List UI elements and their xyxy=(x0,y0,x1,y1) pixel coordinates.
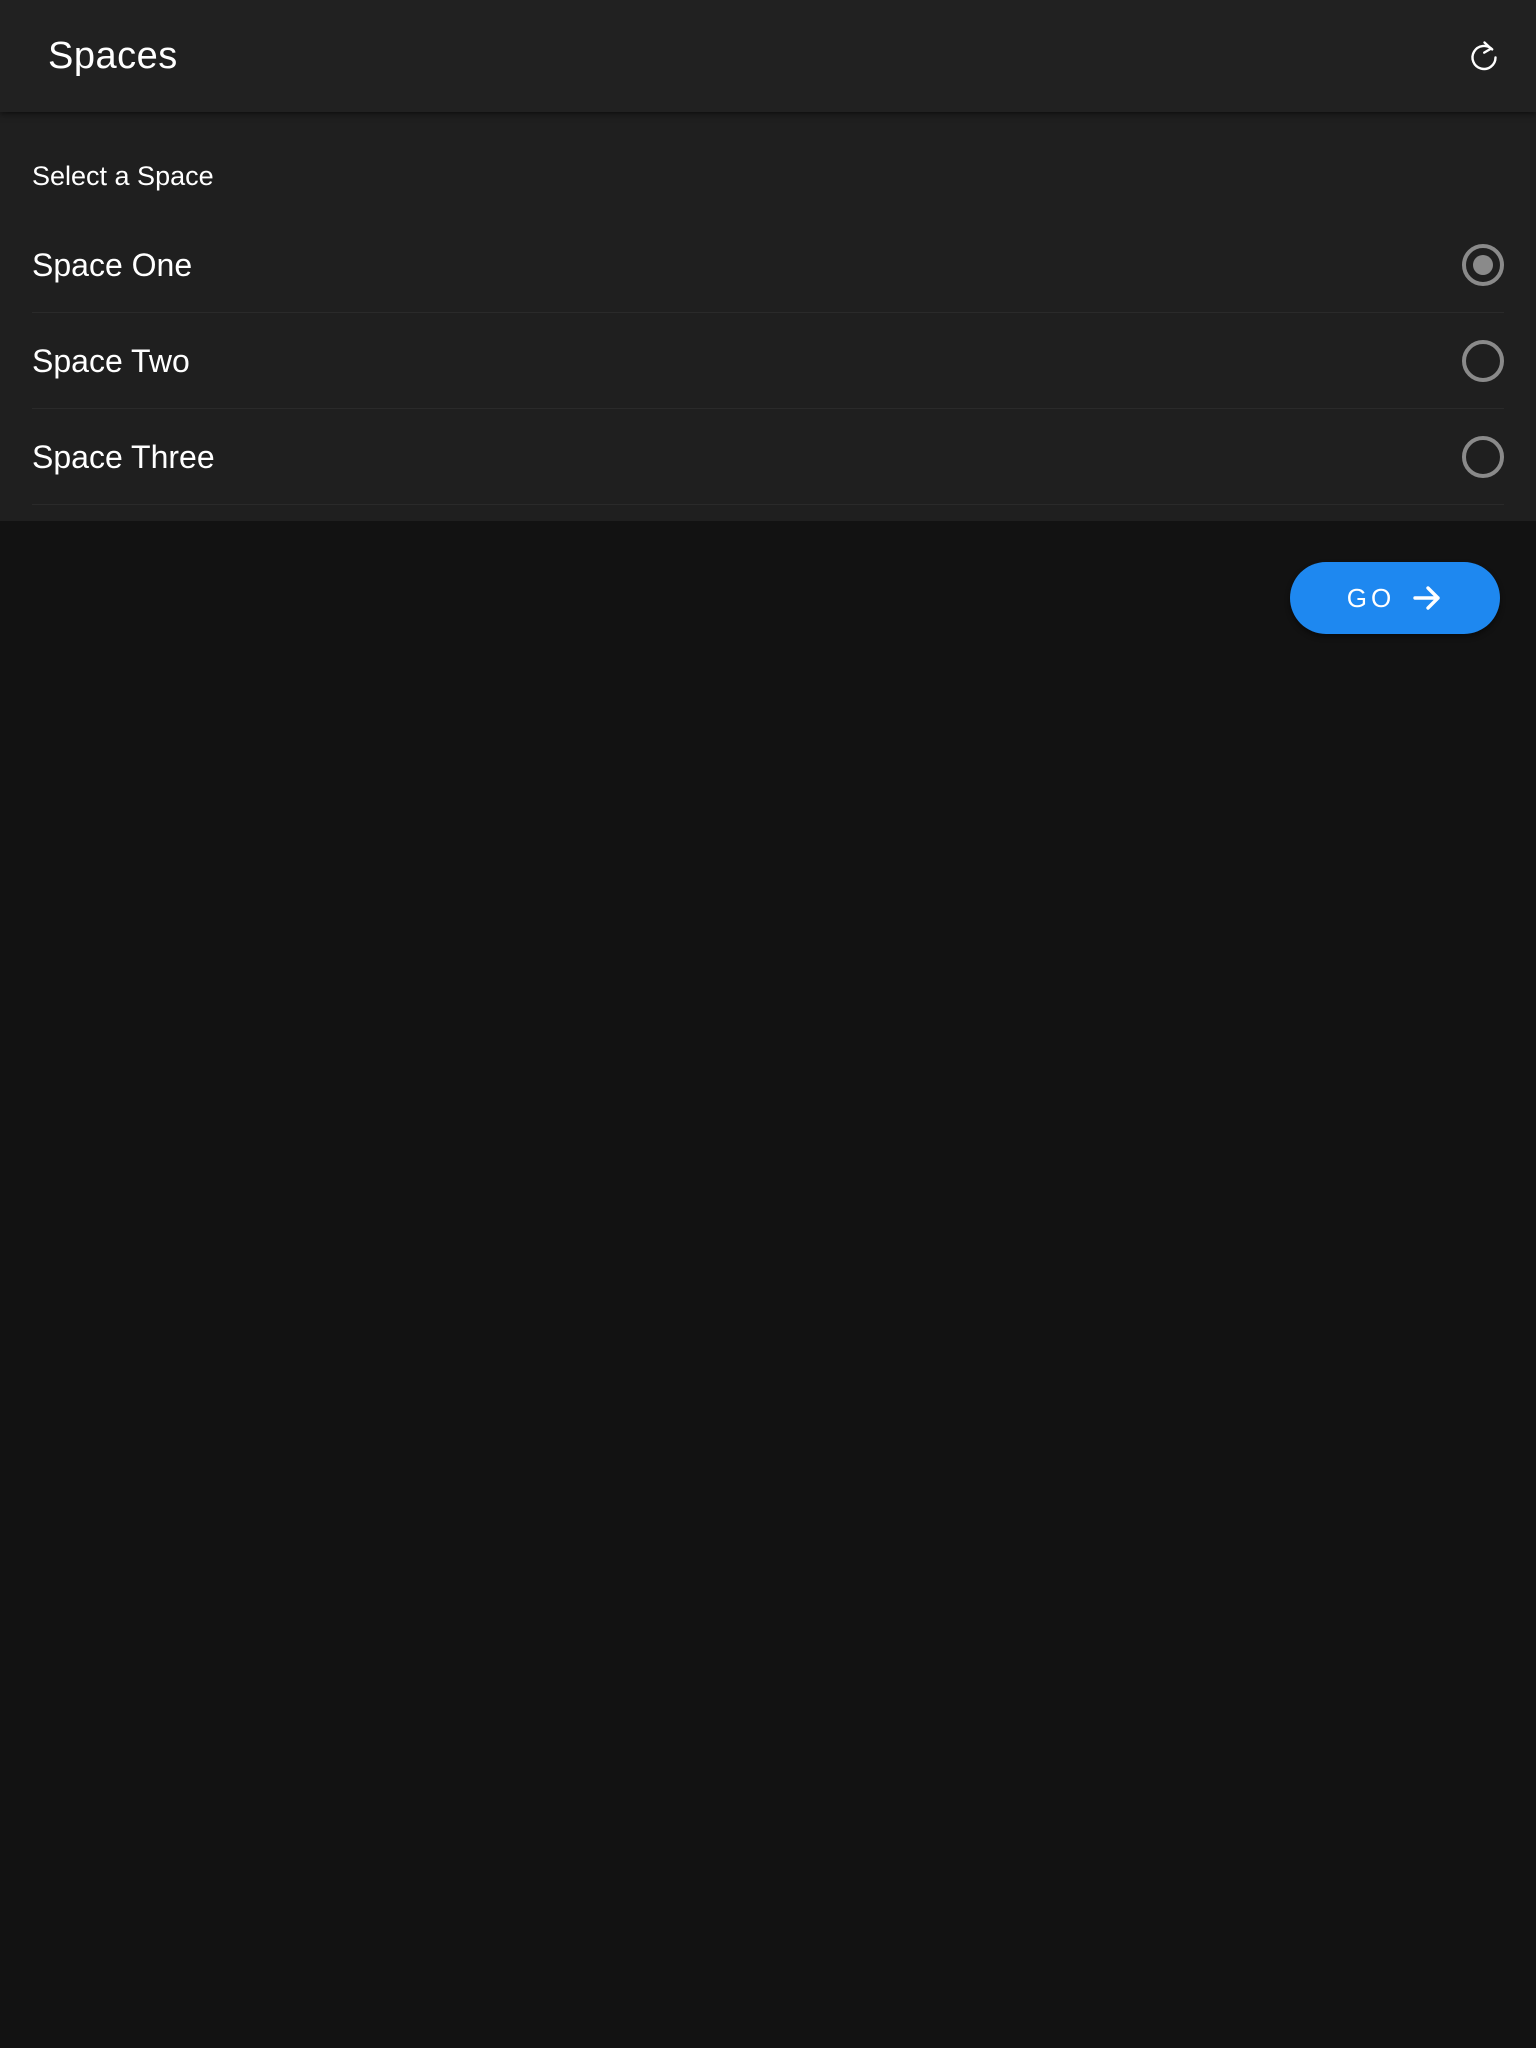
space-option-two[interactable]: Space Two xyxy=(32,313,1504,409)
radio-button[interactable] xyxy=(1462,340,1504,382)
radio-button-selected[interactable] xyxy=(1462,244,1504,286)
space-option-label: Space Three xyxy=(32,439,215,475)
space-option-three[interactable]: Space Three xyxy=(32,409,1504,505)
refresh-icon xyxy=(1471,41,1497,71)
go-button-label: GO xyxy=(1346,582,1396,613)
space-option-label: Space One xyxy=(32,247,193,283)
page-title: Spaces xyxy=(48,35,178,77)
section-label: Select a Space xyxy=(32,161,214,191)
space-option-one[interactable]: Space One xyxy=(32,217,1504,313)
app-bar: Spaces xyxy=(0,0,1536,112)
go-button[interactable]: GO xyxy=(1290,562,1500,634)
space-option-label: Space Two xyxy=(32,343,190,379)
radio-button[interactable] xyxy=(1462,436,1504,478)
refresh-button[interactable] xyxy=(1460,32,1508,80)
arrow-right-icon xyxy=(1413,586,1440,610)
space-selector-panel: Select a Space Space One Space Two Space… xyxy=(0,112,1536,521)
